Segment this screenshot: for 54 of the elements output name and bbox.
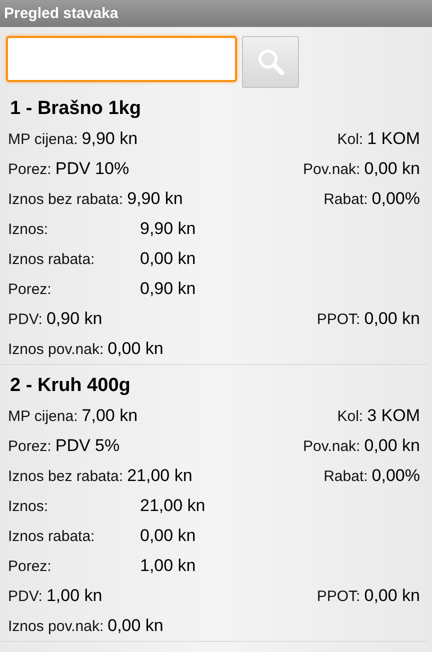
window-title: Pregled stavaka: [4, 5, 118, 22]
field-label: PDV:: [8, 588, 42, 605]
field-label: MP cijena:: [8, 131, 78, 148]
field-value: 9,90 kn: [127, 189, 183, 209]
field-label: Kol:: [337, 131, 364, 148]
field-value: 0,00 kn: [364, 436, 420, 456]
field-label: PPOT:: [316, 588, 360, 605]
search-field[interactable]: [6, 36, 237, 82]
search-button[interactable]: [242, 36, 299, 88]
field-label: Iznos pov.nak:: [8, 341, 104, 358]
field-value: 1,00 kn: [46, 586, 102, 606]
field-label: Iznos rabata:: [8, 528, 96, 545]
field-label: Porez:: [8, 161, 52, 178]
field-label: Rabat:: [324, 191, 368, 208]
field-label: Iznos rabata:: [8, 251, 96, 268]
field-label: Porez:: [8, 281, 52, 298]
field-value: 0,00%: [372, 466, 420, 486]
field-value: 0,00 kn: [364, 159, 420, 179]
field-value: 9,90 kn: [140, 219, 196, 239]
field-value: 0,00 kn: [364, 309, 420, 329]
field-value: 7,00 kn: [82, 406, 138, 426]
field-value: PDV 5%: [55, 436, 120, 456]
field-label: MP cijena:: [8, 408, 78, 425]
field-value: 21,00 kn: [140, 496, 206, 516]
field-label: Pov.nak:: [302, 161, 360, 178]
field-value: 0,00%: [372, 189, 420, 209]
field-value: 0,90 kn: [140, 279, 196, 299]
field-label: Iznos bez rabata:: [8, 468, 124, 485]
field-value: PDV 10%: [55, 159, 130, 179]
search-icon: [256, 48, 284, 76]
field-label: PPOT:: [316, 311, 360, 328]
field-value: 0,00 kn: [108, 616, 164, 636]
field-value: 0,00 kn: [108, 339, 164, 359]
field-value: 21,00 kn: [127, 466, 192, 486]
field-value: 9,90 kn: [82, 129, 138, 149]
field-label: Iznos bez rabata:: [8, 191, 124, 208]
field-value: 0,00 kn: [140, 249, 196, 269]
field-label: Kol:: [337, 408, 364, 425]
field-label: PDV:: [8, 311, 42, 328]
field-value: 0,90 kn: [46, 309, 102, 329]
field-label: Porez:: [8, 438, 52, 455]
field-label: Rabat:: [324, 468, 368, 485]
item-title: 1 - Brašno 1kg: [9, 97, 142, 121]
field-label: Iznos:: [8, 221, 50, 238]
item-title: 2 - Kruh 400g: [9, 374, 132, 398]
field-value: 0,00 kn: [364, 586, 420, 606]
field-value: 1,00 kn: [140, 556, 196, 576]
field-label: Porez:: [8, 558, 52, 575]
field-value: 3 KOM: [367, 406, 420, 426]
field-label: Iznos:: [8, 498, 50, 515]
field-value: 0,00 kn: [140, 526, 196, 546]
field-value: 1 KOM: [367, 129, 420, 149]
field-label: Pov.nak:: [302, 438, 360, 455]
field-label: Iznos pov.nak:: [8, 618, 104, 635]
